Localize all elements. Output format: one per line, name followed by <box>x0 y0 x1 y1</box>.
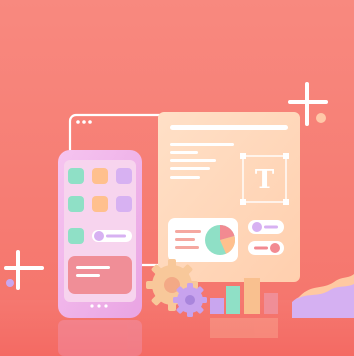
card-line <box>175 230 201 233</box>
phone-toggle <box>92 230 132 242</box>
app-icon <box>68 168 84 184</box>
card-line <box>175 246 199 249</box>
phone-mockup <box>58 150 142 318</box>
editor-panel: T <box>158 112 300 282</box>
gear-icon-small <box>173 283 207 317</box>
window-dot <box>88 120 92 124</box>
page-dot <box>90 304 94 308</box>
bar-block <box>226 286 240 314</box>
app-icon <box>116 196 132 212</box>
window-dot <box>76 120 80 124</box>
pie-chart-card <box>168 218 238 262</box>
app-icon <box>68 196 84 212</box>
text-tool-glyph: T <box>255 165 275 195</box>
text-line <box>170 159 216 162</box>
page-dot <box>104 304 108 308</box>
pie-chart-icon <box>205 224 236 255</box>
card-line <box>76 274 100 277</box>
page-dot <box>97 304 101 308</box>
toggle-switch <box>248 220 284 234</box>
bar-block <box>244 278 260 314</box>
phone-content-card <box>68 256 132 294</box>
text-line <box>170 151 198 154</box>
illustration-scene: T <box>0 0 354 356</box>
text-line <box>170 143 234 146</box>
text-line <box>170 176 200 179</box>
app-icon <box>116 168 132 184</box>
text-line <box>170 167 210 170</box>
card-line <box>76 266 110 269</box>
window-dot <box>82 120 86 124</box>
panel-header-bar <box>170 125 288 130</box>
bar-block <box>210 298 224 314</box>
illustration-svg: T <box>0 0 354 356</box>
app-icon <box>68 228 84 244</box>
app-icon <box>92 196 108 212</box>
card-line <box>175 238 195 241</box>
toggle-switch <box>248 241 284 255</box>
bar-block <box>264 293 278 314</box>
app-icon <box>92 168 108 184</box>
